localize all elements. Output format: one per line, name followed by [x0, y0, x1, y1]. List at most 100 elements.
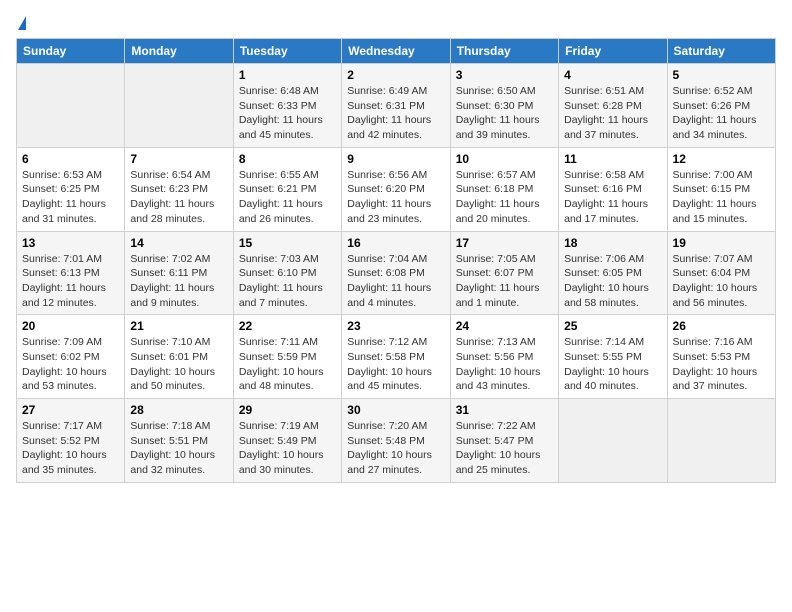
calendar-cell: 21Sunrise: 7:10 AM Sunset: 6:01 PM Dayli…	[125, 315, 233, 399]
day-of-week-header: Tuesday	[233, 39, 341, 64]
day-number: 27	[22, 403, 119, 417]
day-number: 13	[22, 236, 119, 250]
calendar-cell: 24 Sunrise: 7:13 AM Sunset: 5:56 PM Dayli…	[450, 315, 558, 399]
day-of-week-header: Saturday	[667, 39, 775, 64]
calendar-week-row: 20Sunrise: 7:09 AM Sunset: 6:02 PM Dayli…	[17, 315, 776, 399]
day-number: 23	[347, 319, 444, 333]
calendar-cell: 13 Sunrise: 7:01 AM Sunset: 6:13 PM Dayli…	[17, 231, 125, 315]
day-info: Sunrise: 6:55 AM Sunset: 6:21 PM Dayligh…	[239, 168, 336, 227]
day-number: 15	[239, 236, 336, 250]
day-info: Sunrise: 7:22 AM Sunset: 5:47 PM Dayligh…	[456, 419, 553, 478]
day-info: Sunrise: 6:52 AM Sunset: 6:26 PM Dayligh…	[673, 84, 770, 143]
day-info: Sunrise: 7:14 AM Sunset: 5:55 PM Dayligh…	[564, 335, 661, 394]
calendar-week-row: 6 Sunrise: 6:53 AM Sunset: 6:25 PM Daylig…	[17, 147, 776, 231]
calendar-week-row: 1Sunrise: 6:48 AM Sunset: 6:33 PM Daylig…	[17, 64, 776, 148]
calendar-cell	[667, 399, 775, 483]
calendar-cell: 7Sunrise: 6:54 AM Sunset: 6:23 PM Daylig…	[125, 147, 233, 231]
day-info: Sunrise: 7:17 AM Sunset: 5:52 PM Dayligh…	[22, 419, 119, 478]
day-number: 4	[564, 68, 661, 82]
calendar-cell: 20Sunrise: 7:09 AM Sunset: 6:02 PM Dayli…	[17, 315, 125, 399]
calendar-cell: 14 Sunrise: 7:02 AM Sunset: 6:11 PM Dayli…	[125, 231, 233, 315]
day-info: Sunrise: 7:11 AM Sunset: 5:59 PM Dayligh…	[239, 335, 336, 394]
day-info: Sunrise: 7:20 AM Sunset: 5:48 PM Dayligh…	[347, 419, 444, 478]
calendar-cell: 3 Sunrise: 6:50 AM Sunset: 6:30 PM Daylig…	[450, 64, 558, 148]
day-number: 11	[564, 152, 661, 166]
calendar-week-row: 13 Sunrise: 7:01 AM Sunset: 6:13 PM Dayli…	[17, 231, 776, 315]
calendar-cell: 31 Sunrise: 7:22 AM Sunset: 5:47 PM Dayli…	[450, 399, 558, 483]
calendar-cell: 23 Sunrise: 7:12 AM Sunset: 5:58 PM Dayli…	[342, 315, 450, 399]
day-number: 6	[22, 152, 119, 166]
calendar-header-row: SundayMondayTuesdayWednesdayThursdayFrid…	[17, 39, 776, 64]
day-number: 10	[456, 152, 553, 166]
day-info: Sunrise: 6:57 AM Sunset: 6:18 PM Dayligh…	[456, 168, 553, 227]
calendar-cell: 4 Sunrise: 6:51 AM Sunset: 6:28 PM Daylig…	[559, 64, 667, 148]
day-of-week-header: Wednesday	[342, 39, 450, 64]
calendar-cell: 11 Sunrise: 6:58 AM Sunset: 6:16 PM Dayli…	[559, 147, 667, 231]
day-info: Sunrise: 7:03 AM Sunset: 6:10 PM Dayligh…	[239, 252, 336, 311]
day-number: 20	[22, 319, 119, 333]
calendar-cell: 16 Sunrise: 7:04 AM Sunset: 6:08 PM Dayli…	[342, 231, 450, 315]
page-header	[16, 16, 776, 30]
calendar-cell: 18Sunrise: 7:06 AM Sunset: 6:05 PM Dayli…	[559, 231, 667, 315]
calendar-cell	[559, 399, 667, 483]
calendar-cell: 27 Sunrise: 7:17 AM Sunset: 5:52 PM Dayli…	[17, 399, 125, 483]
day-info: Sunrise: 7:04 AM Sunset: 6:08 PM Dayligh…	[347, 252, 444, 311]
day-number: 14	[130, 236, 227, 250]
calendar-cell: 25Sunrise: 7:14 AM Sunset: 5:55 PM Dayli…	[559, 315, 667, 399]
day-number: 16	[347, 236, 444, 250]
day-number: 19	[673, 236, 770, 250]
calendar-table: SundayMondayTuesdayWednesdayThursdayFrid…	[16, 38, 776, 483]
day-number: 31	[456, 403, 553, 417]
calendar-cell: 15 Sunrise: 7:03 AM Sunset: 6:10 PM Dayli…	[233, 231, 341, 315]
day-number: 3	[456, 68, 553, 82]
day-of-week-header: Thursday	[450, 39, 558, 64]
day-info: Sunrise: 7:13 AM Sunset: 5:56 PM Dayligh…	[456, 335, 553, 394]
day-info: Sunrise: 7:12 AM Sunset: 5:58 PM Dayligh…	[347, 335, 444, 394]
day-number: 30	[347, 403, 444, 417]
day-info: Sunrise: 6:53 AM Sunset: 6:25 PM Dayligh…	[22, 168, 119, 227]
calendar-cell: 1Sunrise: 6:48 AM Sunset: 6:33 PM Daylig…	[233, 64, 341, 148]
calendar-cell: 10 Sunrise: 6:57 AM Sunset: 6:18 PM Dayli…	[450, 147, 558, 231]
day-info: Sunrise: 7:02 AM Sunset: 6:11 PM Dayligh…	[130, 252, 227, 311]
day-number: 22	[239, 319, 336, 333]
day-info: Sunrise: 7:01 AM Sunset: 6:13 PM Dayligh…	[22, 252, 119, 311]
day-info: Sunrise: 6:54 AM Sunset: 6:23 PM Dayligh…	[130, 168, 227, 227]
day-number: 24	[456, 319, 553, 333]
day-info: Sunrise: 6:50 AM Sunset: 6:30 PM Dayligh…	[456, 84, 553, 143]
day-number: 29	[239, 403, 336, 417]
calendar-cell: 12 Sunrise: 7:00 AM Sunset: 6:15 PM Dayli…	[667, 147, 775, 231]
calendar-cell: 9Sunrise: 6:56 AM Sunset: 6:20 PM Daylig…	[342, 147, 450, 231]
calendar-cell	[17, 64, 125, 148]
day-number: 26	[673, 319, 770, 333]
logo-triangle-icon	[18, 16, 26, 30]
day-info: Sunrise: 7:18 AM Sunset: 5:51 PM Dayligh…	[130, 419, 227, 478]
day-info: Sunrise: 7:16 AM Sunset: 5:53 PM Dayligh…	[673, 335, 770, 394]
calendar-cell: 6 Sunrise: 6:53 AM Sunset: 6:25 PM Daylig…	[17, 147, 125, 231]
calendar-cell: 26 Sunrise: 7:16 AM Sunset: 5:53 PM Dayli…	[667, 315, 775, 399]
calendar-cell: 8 Sunrise: 6:55 AM Sunset: 6:21 PM Daylig…	[233, 147, 341, 231]
calendar-cell: 17Sunrise: 7:05 AM Sunset: 6:07 PM Dayli…	[450, 231, 558, 315]
day-info: Sunrise: 6:56 AM Sunset: 6:20 PM Dayligh…	[347, 168, 444, 227]
calendar-week-row: 27 Sunrise: 7:17 AM Sunset: 5:52 PM Dayli…	[17, 399, 776, 483]
day-number: 28	[130, 403, 227, 417]
day-info: Sunrise: 7:07 AM Sunset: 6:04 PM Dayligh…	[673, 252, 770, 311]
day-of-week-header: Sunday	[17, 39, 125, 64]
calendar-cell: 30 Sunrise: 7:20 AM Sunset: 5:48 PM Dayli…	[342, 399, 450, 483]
calendar-cell: 19 Sunrise: 7:07 AM Sunset: 6:04 PM Dayli…	[667, 231, 775, 315]
day-info: Sunrise: 7:10 AM Sunset: 6:01 PM Dayligh…	[130, 335, 227, 394]
day-info: Sunrise: 6:48 AM Sunset: 6:33 PM Dayligh…	[239, 84, 336, 143]
calendar-cell: 5 Sunrise: 6:52 AM Sunset: 6:26 PM Daylig…	[667, 64, 775, 148]
day-info: Sunrise: 6:58 AM Sunset: 6:16 PM Dayligh…	[564, 168, 661, 227]
calendar-cell: 22 Sunrise: 7:11 AM Sunset: 5:59 PM Dayli…	[233, 315, 341, 399]
day-number: 8	[239, 152, 336, 166]
day-number: 2	[347, 68, 444, 82]
logo	[16, 16, 26, 30]
day-of-week-header: Monday	[125, 39, 233, 64]
day-number: 5	[673, 68, 770, 82]
day-info: Sunrise: 7:00 AM Sunset: 6:15 PM Dayligh…	[673, 168, 770, 227]
calendar-cell: 2Sunrise: 6:49 AM Sunset: 6:31 PM Daylig…	[342, 64, 450, 148]
day-number: 12	[673, 152, 770, 166]
day-info: Sunrise: 7:19 AM Sunset: 5:49 PM Dayligh…	[239, 419, 336, 478]
day-info: Sunrise: 6:51 AM Sunset: 6:28 PM Dayligh…	[564, 84, 661, 143]
day-number: 17	[456, 236, 553, 250]
